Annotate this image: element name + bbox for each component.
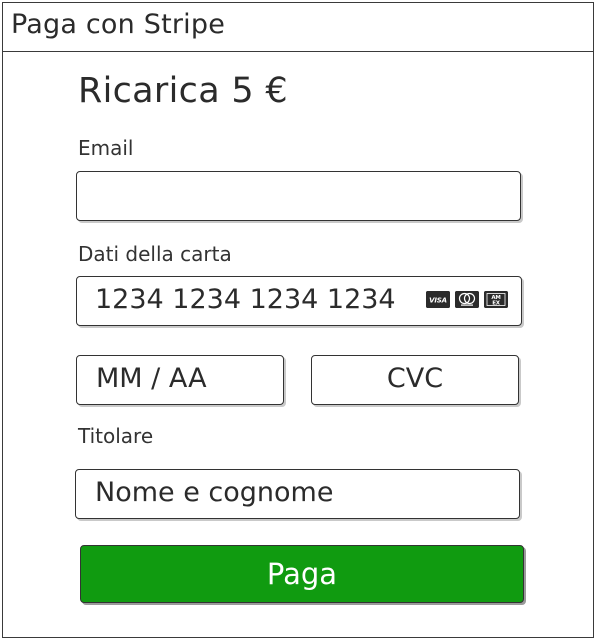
- svg-text:VISA: VISA: [429, 297, 447, 305]
- page-title: Ricarica 5 €: [78, 71, 288, 111]
- holder-name-field[interactable]: Nome e cognome: [75, 469, 520, 519]
- pay-button[interactable]: Paga: [80, 545, 524, 603]
- svg-text:EX: EX: [492, 301, 501, 307]
- cvc-field[interactable]: CVC: [311, 355, 519, 405]
- card-brand-icons: VISA AM EX: [426, 291, 508, 308]
- cvc-placeholder: CVC: [386, 363, 444, 394]
- card-number-field[interactable]: 1234 1234 1234 1234 VISA AM EX: [76, 276, 522, 326]
- window-titlebar: Paga con Stripe: [3, 3, 593, 52]
- card-label: Dati della carta: [78, 242, 232, 266]
- expiry-placeholder: MM / AA: [96, 363, 207, 394]
- email-field[interactable]: [76, 171, 521, 221]
- card-number-placeholder: 1234 1234 1234 1234: [95, 284, 396, 315]
- holder-label: Titolare: [78, 424, 154, 448]
- amex-icon: AM EX: [484, 291, 508, 308]
- holder-name-placeholder: Nome e cognome: [95, 477, 334, 508]
- mastercard-icon: [455, 291, 479, 308]
- email-label: Email: [78, 136, 134, 160]
- stripe-payment-window: Paga con Stripe Ricarica 5 € Email Dati …: [2, 2, 594, 638]
- window-title: Paga con Stripe: [11, 9, 226, 40]
- visa-icon: VISA: [426, 291, 450, 308]
- expiry-field[interactable]: MM / AA: [76, 355, 284, 405]
